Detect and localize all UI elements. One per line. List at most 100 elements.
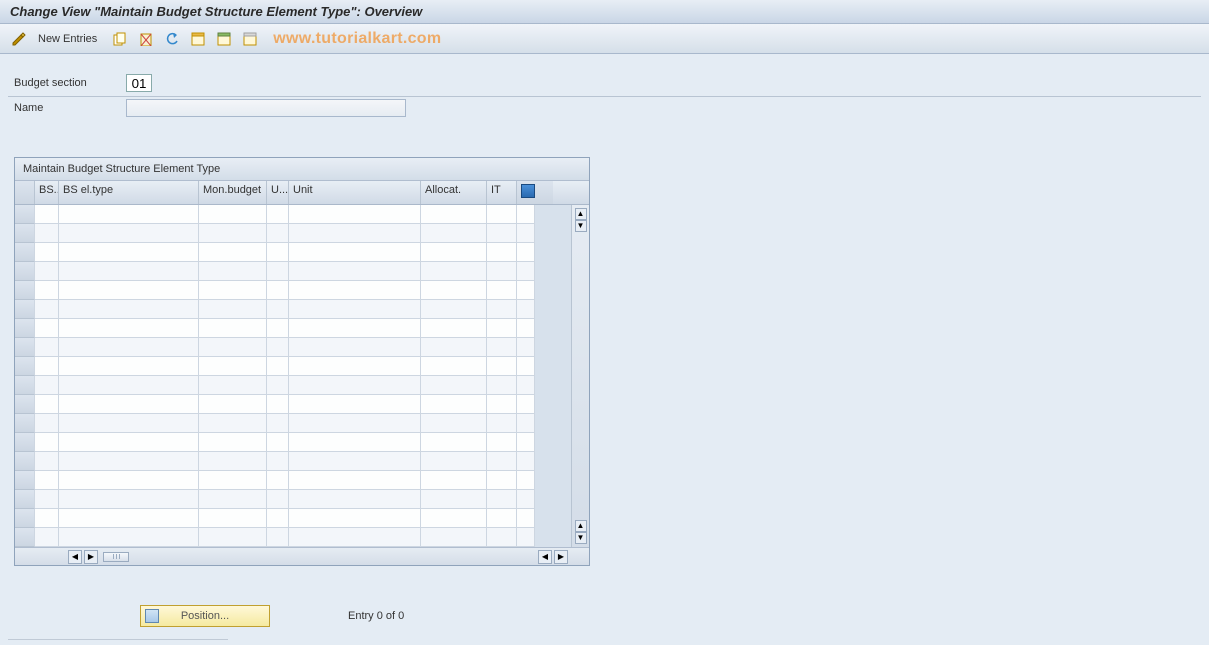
table-cell[interactable]: [289, 490, 421, 509]
table-row[interactable]: [15, 224, 571, 243]
table-cell[interactable]: [421, 376, 487, 395]
table-cell[interactable]: [487, 300, 517, 319]
table-cell[interactable]: [517, 262, 535, 281]
table-cell[interactable]: [15, 395, 35, 414]
table-cell[interactable]: [15, 433, 35, 452]
table-cell[interactable]: [267, 376, 289, 395]
select-block-icon[interactable]: [215, 30, 233, 48]
table-cell[interactable]: [517, 509, 535, 528]
table-cell[interactable]: [487, 205, 517, 224]
table-cell[interactable]: [487, 490, 517, 509]
table-cell[interactable]: [59, 471, 199, 490]
table-cell[interactable]: [267, 319, 289, 338]
table-cell[interactable]: [35, 338, 59, 357]
table-cell[interactable]: [267, 281, 289, 300]
deselect-all-icon[interactable]: [241, 30, 259, 48]
table-cell[interactable]: [267, 471, 289, 490]
table-cell[interactable]: [15, 357, 35, 376]
hscroll-left-end-icon[interactable]: ◀: [538, 550, 552, 564]
table-cell[interactable]: [517, 205, 535, 224]
table-cell[interactable]: [59, 281, 199, 300]
table-cell[interactable]: [35, 224, 59, 243]
table-cell[interactable]: [15, 509, 35, 528]
table-cell[interactable]: [267, 490, 289, 509]
table-cell[interactable]: [15, 300, 35, 319]
name-input[interactable]: [126, 99, 406, 117]
table-cell[interactable]: [421, 433, 487, 452]
table-cell[interactable]: [421, 262, 487, 281]
table-cell[interactable]: [15, 281, 35, 300]
undo-change-icon[interactable]: [163, 30, 181, 48]
table-cell[interactable]: [15, 414, 35, 433]
table-cell[interactable]: [421, 224, 487, 243]
table-cell[interactable]: [517, 452, 535, 471]
table-cell[interactable]: [35, 262, 59, 281]
table-cell[interactable]: [59, 319, 199, 338]
vertical-scrollbar[interactable]: ▲ ▼ ▲ ▼: [571, 205, 589, 547]
table-cell[interactable]: [199, 395, 267, 414]
table-cell[interactable]: [59, 300, 199, 319]
table-cell[interactable]: [35, 414, 59, 433]
table-cell[interactable]: [517, 433, 535, 452]
table-cell[interactable]: [59, 338, 199, 357]
table-cell[interactable]: [487, 262, 517, 281]
table-cell[interactable]: [517, 281, 535, 300]
table-cell[interactable]: [199, 357, 267, 376]
hscroll-left-icon[interactable]: ◀: [68, 550, 82, 564]
table-cell[interactable]: [199, 528, 267, 547]
table-row[interactable]: [15, 433, 571, 452]
column-mon-budget[interactable]: Mon.budget: [199, 181, 267, 204]
table-cell[interactable]: [267, 262, 289, 281]
position-button[interactable]: Position...: [140, 605, 270, 627]
table-cell[interactable]: [15, 205, 35, 224]
table-cell[interactable]: [15, 490, 35, 509]
table-cell[interactable]: [267, 205, 289, 224]
table-cell[interactable]: [289, 224, 421, 243]
table-cell[interactable]: [199, 471, 267, 490]
table-cell[interactable]: [199, 319, 267, 338]
table-cell[interactable]: [199, 262, 267, 281]
table-cell[interactable]: [421, 471, 487, 490]
table-cell[interactable]: [517, 490, 535, 509]
table-cell[interactable]: [289, 509, 421, 528]
table-cell[interactable]: [289, 319, 421, 338]
table-cell[interactable]: [289, 338, 421, 357]
table-cell[interactable]: [35, 528, 59, 547]
table-cell[interactable]: [59, 433, 199, 452]
table-cell[interactable]: [289, 395, 421, 414]
table-row[interactable]: [15, 300, 571, 319]
table-cell[interactable]: [35, 243, 59, 262]
column-configure-icon[interactable]: [517, 181, 535, 204]
table-cell[interactable]: [35, 471, 59, 490]
table-cell[interactable]: [15, 452, 35, 471]
table-cell[interactable]: [289, 262, 421, 281]
table-cell[interactable]: [199, 243, 267, 262]
table-cell[interactable]: [267, 338, 289, 357]
table-cell[interactable]: [289, 357, 421, 376]
table-cell[interactable]: [59, 376, 199, 395]
table-cell[interactable]: [59, 414, 199, 433]
table-cell[interactable]: [517, 414, 535, 433]
table-cell[interactable]: [267, 509, 289, 528]
select-all-icon[interactable]: [189, 30, 207, 48]
table-row[interactable]: [15, 490, 571, 509]
table-cell[interactable]: [517, 528, 535, 547]
table-cell[interactable]: [35, 395, 59, 414]
table-cell[interactable]: [59, 395, 199, 414]
table-cell[interactable]: [487, 509, 517, 528]
table-cell[interactable]: [59, 205, 199, 224]
table-cell[interactable]: [59, 357, 199, 376]
table-cell[interactable]: [267, 357, 289, 376]
table-cell[interactable]: [199, 433, 267, 452]
table-row[interactable]: [15, 281, 571, 300]
column-u[interactable]: U...: [267, 181, 289, 204]
table-cell[interactable]: [421, 452, 487, 471]
table-cell[interactable]: [487, 281, 517, 300]
table-cell[interactable]: [59, 262, 199, 281]
column-selector[interactable]: [15, 181, 35, 204]
table-cell[interactable]: [487, 414, 517, 433]
column-allocat[interactable]: Allocat.: [421, 181, 487, 204]
table-cell[interactable]: [421, 338, 487, 357]
scroll-up-small-icon[interactable]: ▲: [575, 520, 587, 532]
table-row[interactable]: [15, 528, 571, 547]
